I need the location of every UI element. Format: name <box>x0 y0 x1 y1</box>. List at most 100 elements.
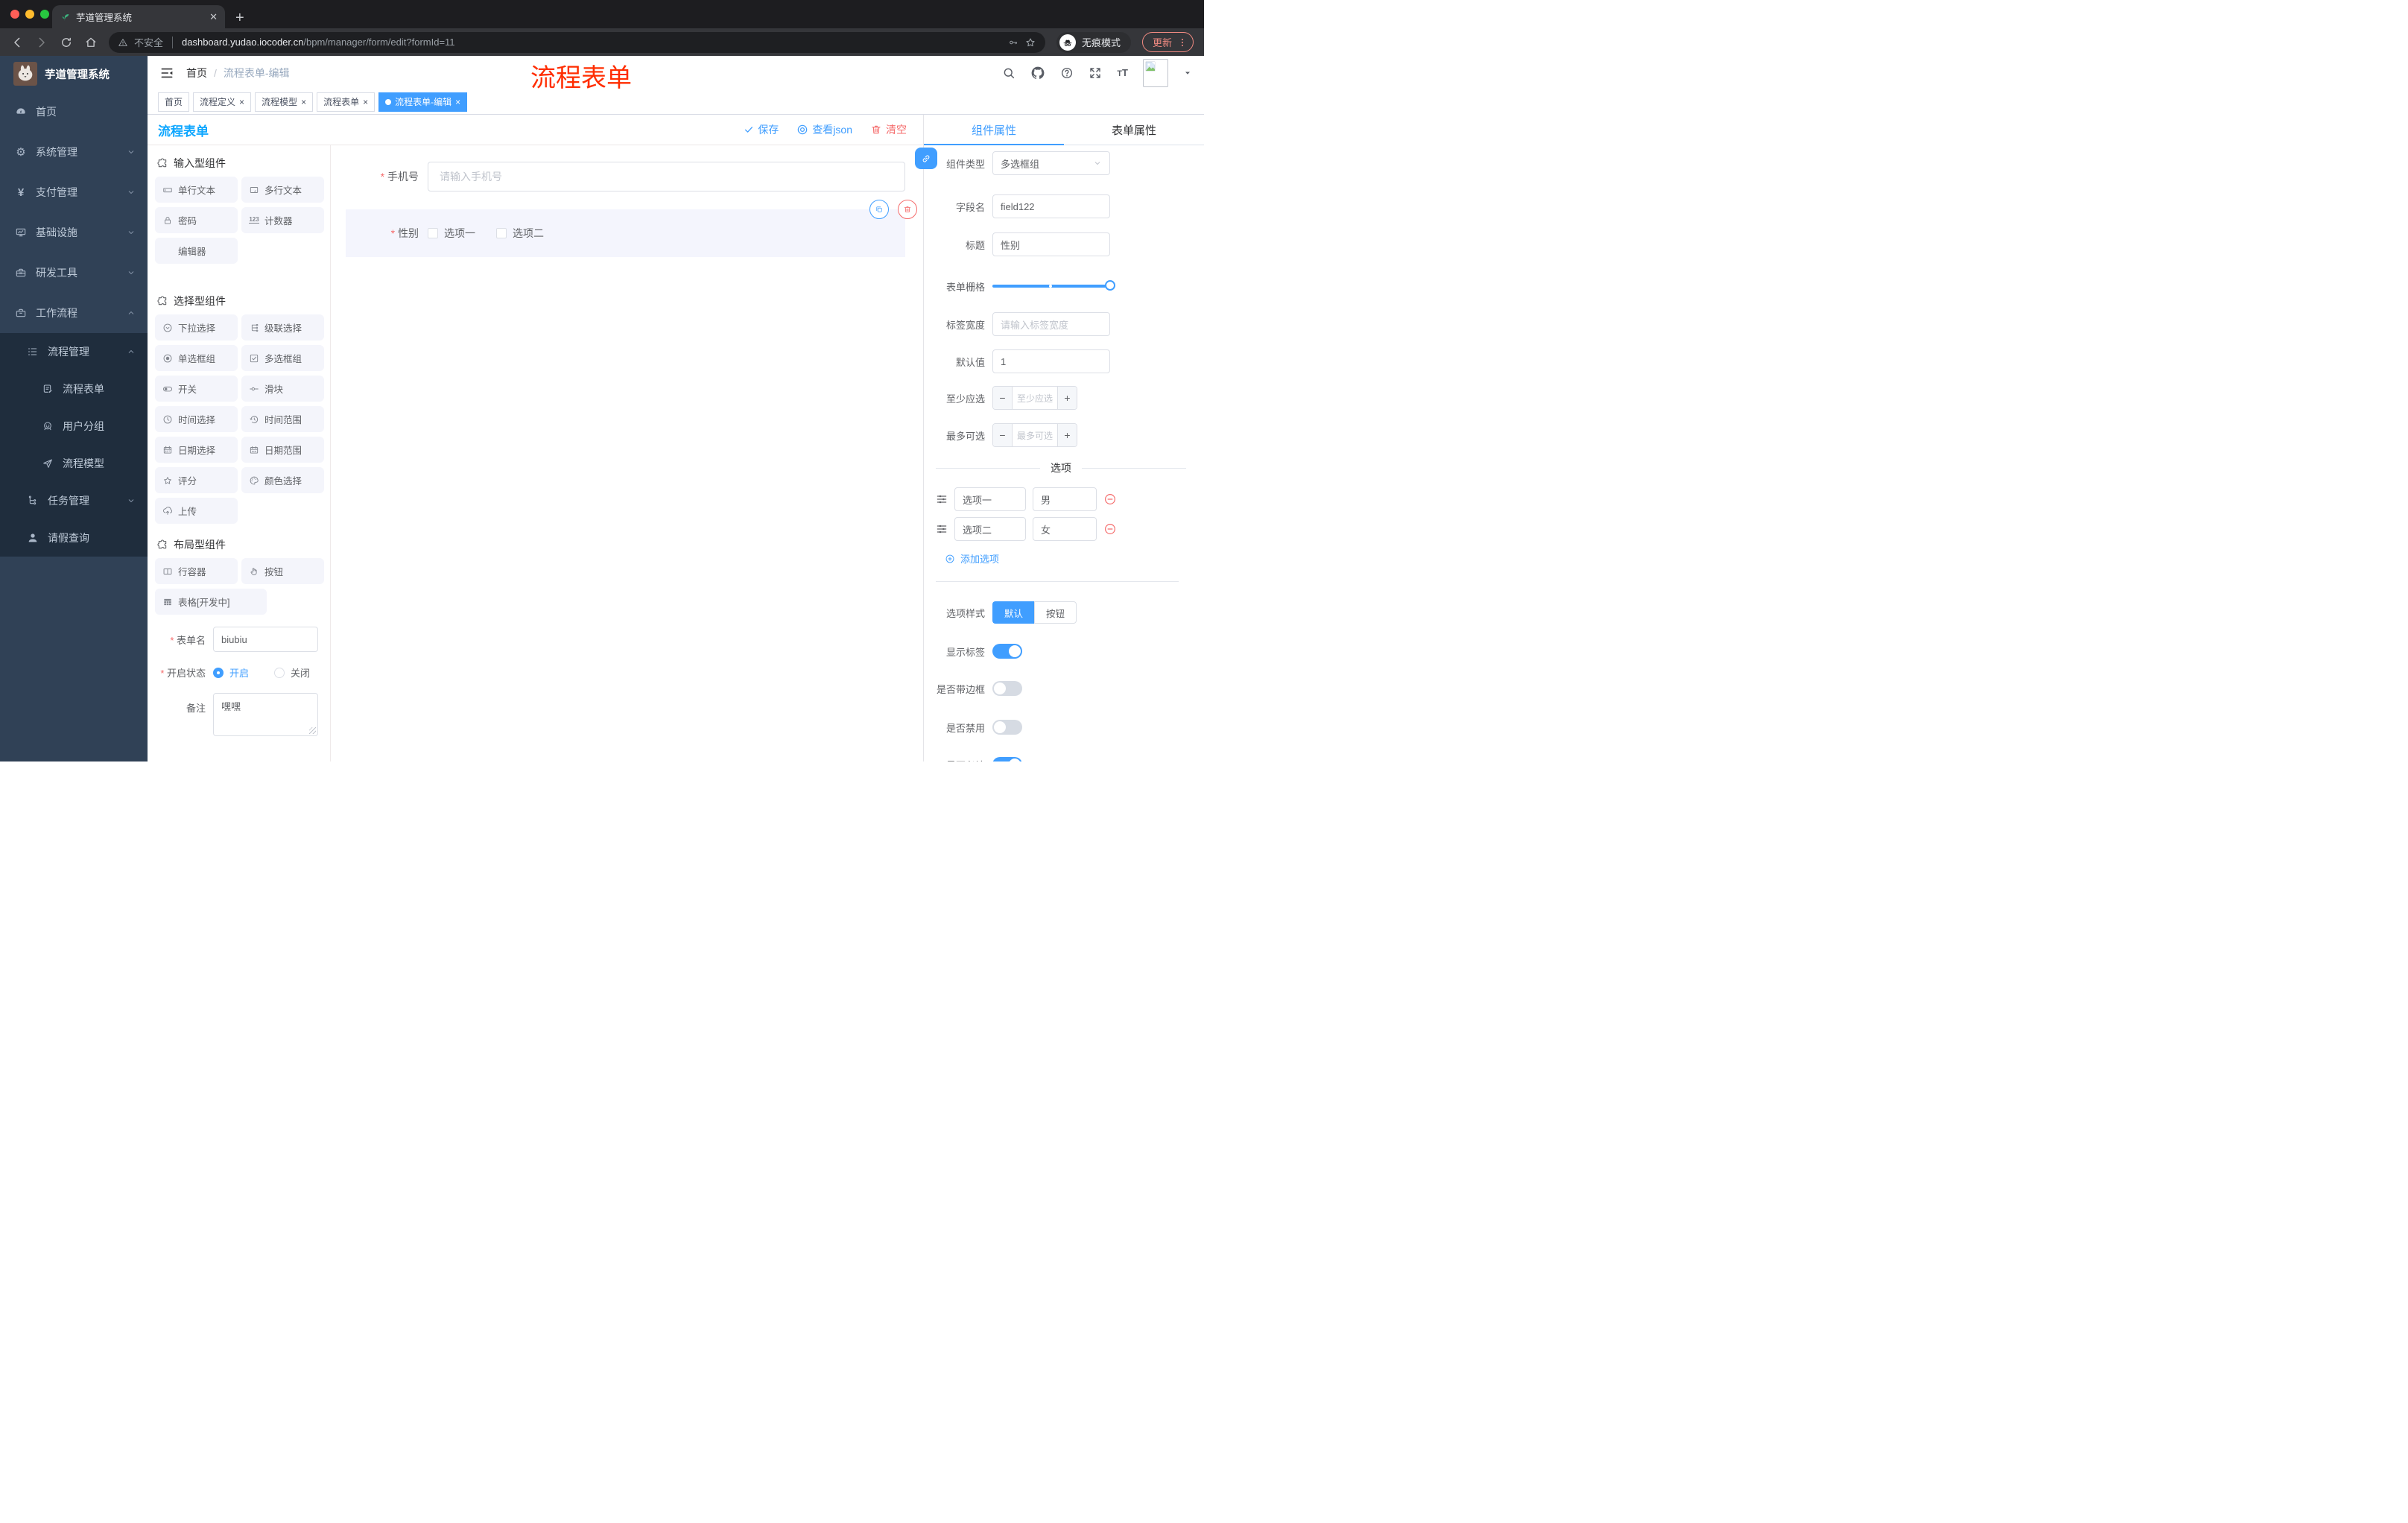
add-option-button[interactable]: 添加选项 <box>945 551 1186 566</box>
component-type-select[interactable]: 多选框组 <box>992 151 1110 175</box>
sidebar-item-process-form[interactable]: 流程表单 <box>0 370 148 408</box>
palette-item[interactable]: 单行文本 <box>155 177 238 203</box>
drag-handle-icon[interactable] <box>936 493 948 505</box>
palette-item[interactable]: 多行文本 <box>241 177 324 203</box>
form-name-input[interactable]: biubiu <box>213 627 318 652</box>
checkbox-icon[interactable] <box>428 228 438 238</box>
palette-item[interactable]: 颜色选择 <box>241 467 324 493</box>
forward-icon[interactable] <box>35 36 48 49</box>
tag-process-form-edit[interactable]: 流程表单-编辑 × <box>378 92 468 112</box>
palette-item[interactable]: 123 计数器 <box>241 207 324 233</box>
close-icon[interactable]: × <box>363 97 368 107</box>
sidebar-collapse-icon[interactable] <box>159 66 174 80</box>
canvas-field-gender-selected[interactable]: 性别 选项一 选项二 <box>346 200 917 257</box>
palette-item[interactable]: 编辑器 <box>155 238 238 264</box>
user-menu-caret-icon[interactable] <box>1183 69 1192 77</box>
palette-item[interactable]: 多选框组 <box>241 345 324 371</box>
radio-off-label[interactable]: 关闭 <box>291 665 310 680</box>
tab-form-props[interactable]: 表单属性 <box>1064 115 1204 145</box>
style-button-button[interactable]: 按钮 <box>1034 601 1077 624</box>
required-toggle[interactable] <box>992 757 1022 762</box>
palette-item[interactable]: 单选框组 <box>155 345 238 371</box>
palette-item[interactable]: 行容器 <box>155 558 238 584</box>
sidebar-item-process-model[interactable]: 流程模型 <box>0 445 148 482</box>
canvas-field-phone[interactable]: 手机号 请输入手机号 <box>346 162 905 191</box>
close-window-button[interactable] <box>10 10 19 19</box>
option-value-input[interactable]: 男 <box>1033 487 1097 511</box>
form-remark-textarea[interactable]: 嘿嘿 <box>213 693 318 736</box>
tag-home[interactable]: 首页 <box>158 92 190 112</box>
sidebar-item-home[interactable]: 首页 <box>0 92 148 132</box>
phone-input[interactable]: 请输入手机号 <box>428 162 905 191</box>
palette-item[interactable]: 评分 <box>155 467 238 493</box>
reload-icon[interactable] <box>60 36 73 49</box>
sidebar-item-devtools[interactable]: 研发工具 <box>0 253 148 293</box>
back-icon[interactable] <box>10 36 24 49</box>
tag-process-definition[interactable]: 流程定义 × <box>193 92 252 112</box>
browser-tab[interactable]: 芋道管理系统 ✕ <box>52 5 225 28</box>
browser-menu-dots-icon[interactable] <box>1176 37 1188 48</box>
copy-component-button[interactable] <box>869 200 889 219</box>
radio-on-label[interactable]: 开启 <box>229 665 249 680</box>
palette-item[interactable]: 上传 <box>155 498 238 524</box>
remove-option-icon[interactable] <box>1103 493 1117 506</box>
checkbox-option-1[interactable]: 选项一 <box>428 226 475 241</box>
zoom-window-button[interactable] <box>40 10 49 19</box>
option-value-input[interactable]: 女 <box>1033 517 1097 541</box>
clear-button[interactable]: 清空 <box>870 122 907 137</box>
show-label-toggle[interactable] <box>992 644 1022 659</box>
palette-item[interactable]: 时间范围 <box>241 406 324 432</box>
palette-item[interactable]: 开关 <box>155 376 238 402</box>
sidebar-item-user-group[interactable]: 用户分组 <box>0 408 148 445</box>
home-icon[interactable] <box>84 36 98 49</box>
github-icon[interactable] <box>1030 66 1045 80</box>
palette-item[interactable]: 时间选择 <box>155 406 238 432</box>
close-icon[interactable]: × <box>239 97 244 107</box>
font-size-icon[interactable]: TT <box>1117 68 1128 78</box>
close-icon[interactable]: × <box>455 97 460 107</box>
bookmark-star-icon[interactable] <box>1024 37 1036 48</box>
drag-handle-icon[interactable] <box>936 523 948 535</box>
delete-component-button[interactable] <box>898 200 917 219</box>
key-icon[interactable] <box>1008 37 1018 48</box>
new-tab-button[interactable]: + <box>235 10 244 25</box>
default-value-input[interactable]: 1 <box>992 349 1110 373</box>
option-label-input[interactable]: 选项二 <box>954 517 1026 541</box>
plus-button[interactable]: + <box>1057 387 1077 409</box>
checkbox-option-2[interactable]: 选项二 <box>496 226 544 241</box>
breadcrumb-home[interactable]: 首页 <box>186 66 207 80</box>
palette-item[interactable]: 按钮 <box>241 558 324 584</box>
sidebar-item-task-mgmt[interactable]: 任务管理 <box>0 482 148 519</box>
tag-process-form[interactable]: 流程表单 × <box>317 92 376 112</box>
sidebar-item-process-mgmt[interactable]: 流程管理 <box>0 333 148 370</box>
palette-item[interactable]: 滑块 <box>241 376 324 402</box>
plus-button[interactable]: + <box>1057 424 1077 446</box>
remove-option-icon[interactable] <box>1103 522 1117 536</box>
save-button[interactable]: 保存 <box>744 122 779 137</box>
update-button[interactable]: 更新 <box>1141 32 1194 52</box>
sidebar-item-payment[interactable]: ¥ 支付管理 <box>0 172 148 212</box>
tag-process-model[interactable]: 流程模型 × <box>255 92 314 112</box>
title-input[interactable]: 性别 <box>992 232 1110 256</box>
sidebar-item-system[interactable]: ⚙ 系统管理 <box>0 132 148 172</box>
option-label-input[interactable]: 选项一 <box>954 487 1026 511</box>
radio-off[interactable] <box>274 667 285 678</box>
fullscreen-icon[interactable] <box>1089 66 1102 80</box>
window-controls[interactable] <box>10 10 49 19</box>
border-toggle[interactable] <box>992 681 1022 696</box>
palette-item[interactable]: 级联选择 <box>241 314 324 341</box>
tab-component-props[interactable]: 组件属性 <box>924 115 1064 145</box>
url-text[interactable]: dashboard.yudao.iocoder.cn/bpm/manager/f… <box>182 37 455 48</box>
url-bar[interactable]: 不安全 dashboard.yudao.iocoder.cn/bpm/manag… <box>109 31 1045 53</box>
palette-item[interactable]: 日期选择 <box>155 437 238 463</box>
slider-handle[interactable] <box>1105 280 1115 291</box>
radio-on[interactable] <box>213 667 224 678</box>
palette-item[interactable]: 日期范围 <box>241 437 324 463</box>
minus-button[interactable]: − <box>993 387 1013 409</box>
palette-item[interactable]: 下拉选择 <box>155 314 238 341</box>
checkbox-icon[interactable] <box>496 228 507 238</box>
palette-item[interactable]: 表格[开发中] <box>155 589 267 615</box>
not-secure-warning-icon[interactable] <box>118 37 128 48</box>
help-icon[interactable] <box>1060 66 1074 80</box>
form-grid-slider[interactable] <box>992 274 1115 298</box>
